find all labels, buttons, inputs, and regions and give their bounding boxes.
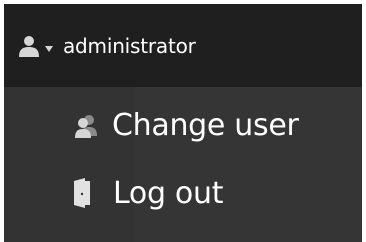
user-dropdown-menu: Change user Log out <box>4 87 362 242</box>
user-icon <box>19 35 39 57</box>
log-out-label: Log out <box>113 175 224 211</box>
user-menu-header: administrator <box>4 4 362 87</box>
user-dropdown-toggle[interactable]: administrator <box>17 34 196 58</box>
change-user-icon <box>75 115 97 138</box>
username-label: administrator <box>63 33 196 58</box>
logout-door-icon <box>74 178 90 208</box>
change-user-menu-item[interactable]: Change user <box>4 103 362 147</box>
user-menu-frame: administrator Change user Log out <box>4 4 362 242</box>
log-out-menu-item[interactable]: Log out <box>4 171 362 215</box>
caret-down-icon <box>45 45 53 52</box>
change-user-label: Change user <box>112 107 299 143</box>
